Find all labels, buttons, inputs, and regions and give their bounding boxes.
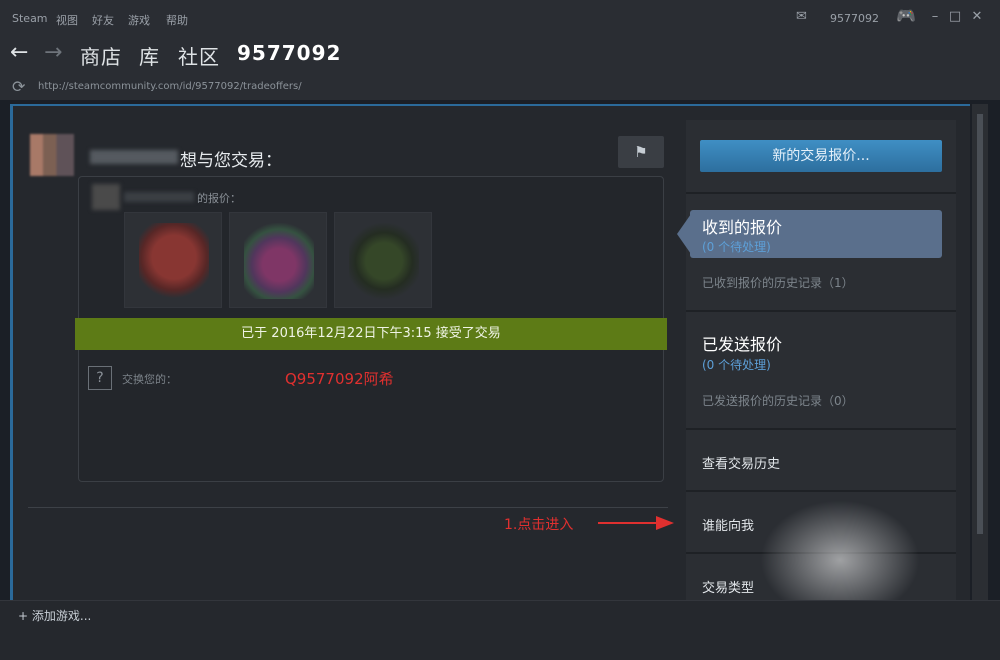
view-trade-history-link[interactable]: 查看交易历史	[702, 453, 780, 472]
bottom-bar	[0, 600, 1000, 660]
envelope-icon[interactable]: ✉	[796, 9, 807, 24]
trade-accepted-banner: 已于 2016年12月22日下午3:15 接受了交易	[75, 318, 667, 350]
reload-icon[interactable]: ⟳	[12, 77, 25, 96]
wants-trade-text: 想与您交易：	[180, 151, 282, 171]
new-trade-offer-button[interactable]: 新的交易报价...	[700, 140, 942, 172]
nav-store[interactable]: 商店	[80, 41, 122, 70]
close-icon[interactable]: ✕	[968, 8, 986, 26]
scroll-thumb[interactable]	[977, 114, 983, 534]
menu-help[interactable]: 帮助	[166, 12, 188, 28]
sent-offers-title[interactable]: 已发送报价	[702, 331, 782, 355]
url-row: ⟳ http://steamcommunity.com/id/9577092/t…	[0, 74, 1000, 100]
green-star-hoodie-item	[349, 223, 419, 299]
their-offer-label: 的报价：	[197, 192, 241, 205]
red-shirt-item	[139, 223, 209, 299]
received-history-link[interactable]: 已收到报价的历史记录（1）	[702, 274, 854, 291]
add-game-label: 添加游戏...	[31, 609, 92, 623]
item-slot-2[interactable]	[229, 212, 327, 308]
divider	[28, 507, 668, 508]
menu-steam[interactable]: Steam	[12, 12, 48, 25]
received-offers-title[interactable]: 收到的报价	[702, 214, 782, 238]
nav-username[interactable]: 9577092	[237, 41, 341, 65]
item-slot-1[interactable]	[124, 212, 222, 308]
add-game-button[interactable]: + 添加游戏...	[18, 607, 91, 624]
plus-icon: +	[18, 609, 32, 623]
scrollbar[interactable]	[972, 104, 988, 600]
forward-arrow-icon[interactable]: →	[44, 40, 62, 65]
received-pending-count: (0 个待处理)	[702, 240, 771, 254]
nav-row: ← → 商店 库 社区 9577092	[0, 36, 1000, 74]
partner-name-blurred-small	[124, 192, 194, 202]
pink-backpack-item	[244, 223, 314, 299]
partner-small-avatar	[92, 184, 120, 210]
minimize-icon[interactable]: –	[926, 8, 944, 26]
qq-annotation: Q9577092阿希	[285, 370, 394, 388]
maximize-icon[interactable]: □	[946, 8, 964, 26]
url-text: http://steamcommunity.com/id/9577092/tra…	[38, 81, 302, 92]
menu-bar: Steam 视图 好友 游戏 帮助 ✉ 9577092 🎮	[0, 0, 1000, 36]
menu-games[interactable]: 游戏	[128, 12, 150, 28]
sidebar-separator	[686, 192, 956, 194]
sidebar-separator	[686, 490, 956, 492]
red-arrow-icon	[598, 522, 660, 524]
tab-pointer-icon	[677, 214, 691, 254]
trade-types-link[interactable]: 交易类型	[702, 577, 754, 596]
menu-view[interactable]: 视图	[56, 12, 78, 28]
item-slot-3[interactable]	[334, 212, 432, 308]
sent-pending-count: (0 个待处理)	[702, 358, 771, 372]
gamepad-icon[interactable]: 🎮	[896, 6, 916, 25]
sidebar-separator	[686, 428, 956, 430]
exchange-yours-label: 交换您的：	[122, 373, 177, 386]
click-instruction-annotation: 1.点击进入	[504, 517, 574, 533]
partner-name-blurred	[90, 150, 178, 164]
flag-icon[interactable]: ⚑	[618, 136, 664, 168]
red-arrow-head-icon	[656, 516, 674, 530]
nav-library[interactable]: 库	[139, 41, 160, 70]
menu-friends[interactable]: 好友	[92, 12, 114, 28]
question-icon: ?	[88, 366, 112, 390]
avatar[interactable]	[30, 134, 74, 176]
sidebar-separator	[686, 310, 956, 312]
back-arrow-icon[interactable]: ←	[10, 40, 28, 65]
account-name[interactable]: 9577092	[830, 12, 879, 25]
who-can-trade-link[interactable]: 谁能向我	[702, 515, 754, 534]
nav-community[interactable]: 社区	[178, 41, 220, 70]
sent-history-link[interactable]: 已发送报价的历史记录（0）	[702, 392, 854, 409]
